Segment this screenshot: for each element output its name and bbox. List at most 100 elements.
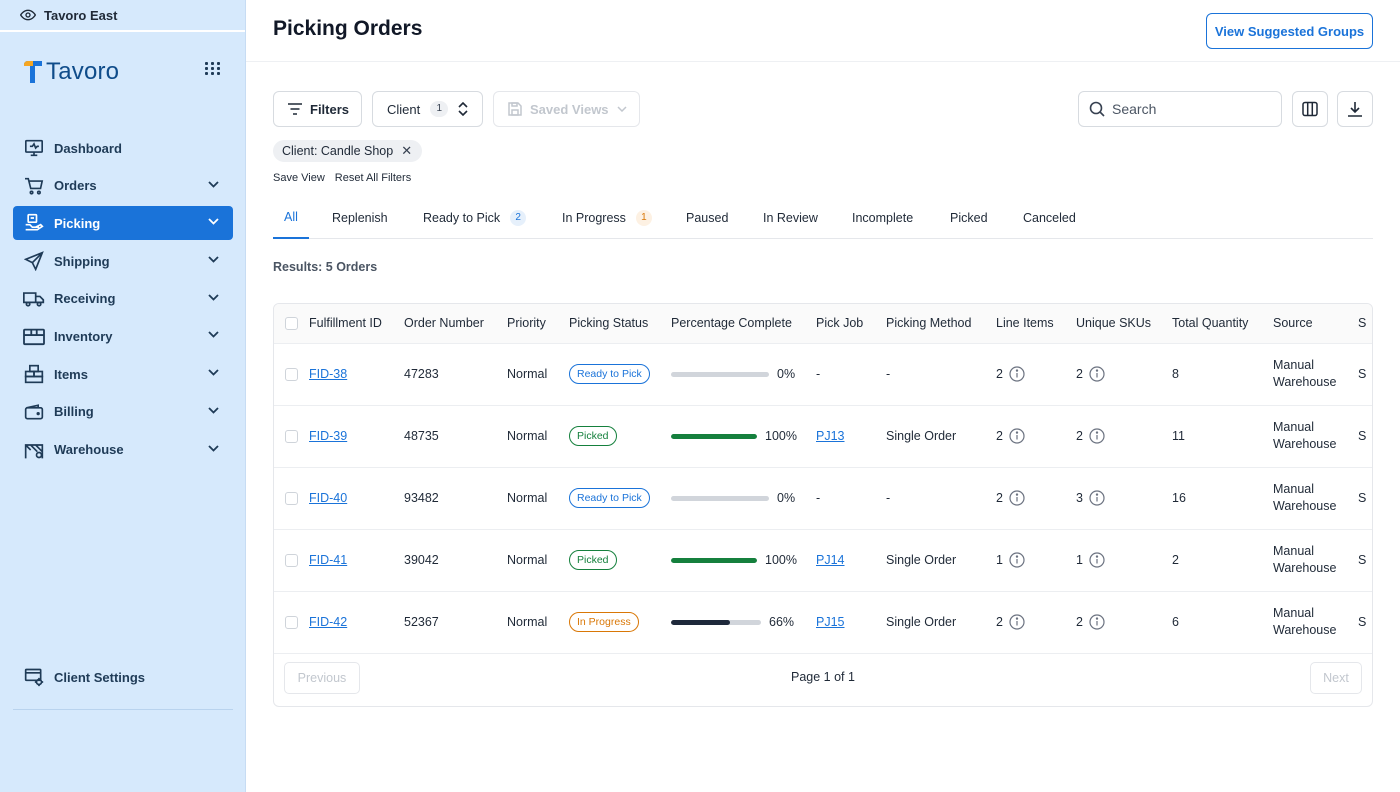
info-icon[interactable]: [1089, 490, 1105, 506]
table-row[interactable]: FID-39 48735 Normal Picked 100% PJ13 Single Or…: [274, 405, 1372, 468]
tab-in-review[interactable]: In Review: [763, 197, 818, 238]
pick-job-link[interactable]: PJ13: [816, 429, 845, 443]
info-icon[interactable]: [1009, 428, 1025, 444]
tab-paused[interactable]: Paused: [686, 197, 728, 238]
progress-bar: [671, 619, 761, 625]
overflow-cell: S: [1358, 343, 1372, 406]
column-header[interactable]: Source: [1273, 304, 1358, 344]
view-suggested-groups-button[interactable]: View Suggested Groups: [1206, 13, 1373, 49]
column-header[interactable]: Fulfillment ID: [309, 304, 404, 344]
reset-filters-link[interactable]: Reset All Filters: [335, 172, 411, 184]
info-icon[interactable]: [1089, 552, 1105, 568]
client-settings-section: Client Settings: [13, 660, 233, 698]
sidebar-item-orders[interactable]: Orders: [13, 169, 233, 203]
picking-method-cell: -: [886, 467, 996, 530]
sidebar-item-shipping[interactable]: Shipping: [13, 244, 233, 278]
percentage-label: 0%: [777, 367, 796, 381]
row-checkbox[interactable]: [285, 615, 298, 629]
column-header[interactable]: Unique SKUs: [1076, 304, 1172, 344]
tab-all[interactable]: All: [273, 197, 309, 239]
table-row[interactable]: FID-42 52367 Normal In Progress 66% PJ15 Singl…: [274, 591, 1372, 654]
active-filter-chip[interactable]: Client: Candle Shop ✕: [273, 140, 423, 162]
column-header[interactable]: Pick Job: [816, 304, 886, 344]
close-icon[interactable]: ✕: [401, 143, 412, 159]
fulfillment-id-link[interactable]: FID-38: [309, 367, 347, 381]
tab-in-progress[interactable]: In Progress 1: [562, 197, 652, 238]
sidebar-item-dashboard[interactable]: Dashboard: [13, 131, 233, 165]
source-line: Manual: [1273, 420, 1314, 434]
column-header[interactable]: Picking Status: [569, 304, 671, 344]
info-icon[interactable]: [1089, 614, 1105, 630]
filters-button[interactable]: Filters: [273, 91, 362, 127]
row-checkbox[interactable]: [285, 491, 298, 505]
info-icon[interactable]: [1089, 366, 1105, 382]
chevron-down-icon: [208, 331, 219, 339]
fulfillment-id-link[interactable]: FID-39: [309, 429, 347, 443]
row-checkbox[interactable]: [285, 553, 298, 567]
info-icon[interactable]: [1009, 614, 1025, 630]
picking-method-cell: Single Order: [886, 405, 996, 468]
search-icon: [1089, 101, 1105, 117]
apps-grid-icon[interactable]: [205, 62, 221, 75]
sidebar-item-items[interactable]: Items: [13, 357, 233, 391]
column-header[interactable]: Total Quantity: [1172, 304, 1273, 344]
picking-icon: [23, 212, 45, 234]
table-row[interactable]: FID-40 93482 Normal Ready to Pick 0% - -2 3 16 Ma…: [274, 467, 1372, 530]
next-button[interactable]: Next: [1310, 662, 1362, 694]
brand-logo[interactable]: Tavoro: [22, 58, 119, 86]
info-icon[interactable]: [1009, 366, 1025, 382]
sidebar-item-receiving[interactable]: Receiving: [13, 282, 233, 316]
download-button[interactable]: [1337, 91, 1373, 127]
pick-job-cell: PJ14: [816, 529, 886, 592]
search-box[interactable]: [1078, 91, 1282, 127]
fulfillment-id-link[interactable]: FID-42: [309, 615, 347, 629]
line-items-cell: 2: [996, 591, 1076, 654]
fulfillment-id-link[interactable]: FID-41: [309, 553, 347, 567]
tab-canceled[interactable]: Canceled: [1023, 197, 1076, 238]
sidebar-item-warehouse[interactable]: Warehouse: [13, 433, 233, 467]
column-header[interactable]: Order Number: [404, 304, 507, 344]
tab-picked[interactable]: Picked: [950, 197, 988, 238]
row-checkbox[interactable]: [285, 367, 298, 381]
column-header[interactable]: Picking Method: [886, 304, 996, 344]
columns-button[interactable]: [1292, 91, 1328, 127]
pick-job-link[interactable]: PJ14: [816, 553, 845, 567]
unique-skus-value: 2: [1076, 367, 1083, 381]
picking-status-cell: In Progress: [569, 591, 671, 654]
sidebar-item-inventory[interactable]: Inventory: [13, 319, 233, 353]
fulfillment-id-link[interactable]: FID-40: [309, 491, 347, 505]
table-row[interactable]: FID-41 39042 Normal Picked 100% PJ14 Single Or…: [274, 529, 1372, 592]
row-checkbox[interactable]: [285, 429, 298, 443]
table-row[interactable]: FID-38 47283 Normal Ready to Pick 0% - -2 2 8 Man…: [274, 343, 1372, 406]
progress-fill: [671, 619, 731, 625]
info-icon[interactable]: [1009, 490, 1025, 506]
filter-chip-label: Client: Candle Shop: [282, 144, 394, 158]
info-icon[interactable]: [1009, 552, 1025, 568]
search-input[interactable]: [1112, 101, 1262, 117]
page-header: Picking Orders View Suggested Groups: [246, 0, 1400, 62]
sidebar-item-picking[interactable]: Picking: [13, 206, 233, 241]
save-view-link[interactable]: Save View: [273, 172, 325, 184]
sidebar-item-client-settings[interactable]: Client Settings: [13, 660, 233, 694]
order-number-cell: 52367: [404, 591, 507, 654]
info-icon[interactable]: [1089, 428, 1105, 444]
tab-ready-to-pick[interactable]: Ready to Pick 2: [423, 197, 527, 238]
tab-replenish[interactable]: Replenish: [332, 197, 388, 238]
column-header[interactable]: S: [1358, 304, 1372, 344]
tab-incomplete[interactable]: Incomplete: [852, 197, 913, 238]
results-count: Results: 5 Orders: [273, 260, 378, 274]
sidebar-item-billing[interactable]: Billing: [13, 395, 233, 429]
order-number-cell: 47283: [404, 343, 507, 406]
pick-job-link[interactable]: PJ15: [816, 615, 845, 629]
select-all-checkbox[interactable]: [285, 316, 298, 330]
column-header[interactable]: Percentage Complete: [671, 304, 816, 344]
source-cell: Manual Warehouse: [1273, 467, 1358, 530]
column-header[interactable]: Line Items: [996, 304, 1076, 344]
tenant-switcher[interactable]: Tavoro East: [0, 0, 245, 32]
select-all-cell: [274, 304, 309, 344]
tab-label: Paused: [686, 210, 729, 225]
client-select[interactable]: Client 1: [372, 91, 483, 127]
column-header[interactable]: Priority: [507, 304, 569, 344]
orders-table: Fulfillment ID Order Number Priority Pic…: [273, 303, 1373, 707]
saved-views-select[interactable]: Saved Views: [493, 91, 640, 127]
